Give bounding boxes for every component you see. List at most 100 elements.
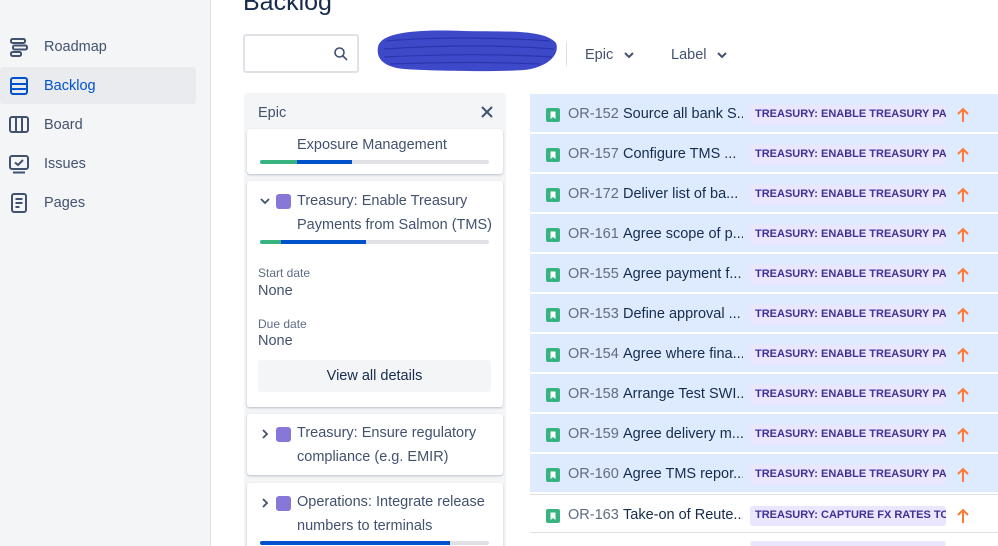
- label-filter-dropdown[interactable]: Label: [671, 44, 728, 66]
- project-sidebar: Roadmap Backlog Board Issues Pages: [0, 0, 211, 546]
- progress-in-progress: [281, 240, 366, 244]
- issue-key[interactable]: OR-160: [568, 466, 619, 482]
- issue-key[interactable]: OR-159: [568, 426, 619, 442]
- epic-card-integrate-release-numbers[interactable]: Operations: Integrate release numbers to…: [247, 483, 503, 546]
- story-icon: [546, 148, 560, 162]
- roadmap-icon: [10, 37, 28, 57]
- sidebar-item-pages[interactable]: Pages: [0, 184, 196, 221]
- epic-lozenge[interactable]: TREASURY: ENABLE TREASURY PA...: [750, 305, 946, 325]
- issue-key[interactable]: OR-153: [568, 306, 619, 322]
- issue-key[interactable]: OR-172: [568, 186, 619, 202]
- issue-summary: Deliver list of ba...: [623, 186, 739, 202]
- issue-row[interactable]: OR-153 Define approval ... TREASURY: ENABL…: [530, 294, 998, 333]
- issue-summary: Source all bank S...: [623, 106, 743, 122]
- close-icon[interactable]: [480, 105, 494, 119]
- sidebar-item-backlog[interactable]: Backlog: [0, 67, 196, 104]
- epic-lozenge[interactable]: TREASURY: ENABLE TREASURY PA...: [750, 425, 946, 445]
- backlog-icon: [10, 76, 28, 95]
- search-input[interactable]: [243, 34, 359, 73]
- issue-key[interactable]: OR-161: [568, 226, 619, 242]
- issue-key[interactable]: OR-158: [568, 386, 619, 402]
- priority-high-icon: [957, 107, 969, 122]
- epic-progress-bar: [260, 541, 489, 545]
- epic-panel-title: Epic: [258, 105, 287, 121]
- story-icon: [546, 268, 560, 282]
- story-icon: [546, 348, 560, 362]
- progress-done: [260, 160, 297, 164]
- issue-row[interactable]: OR-163 Take-on of Reute... TREASURY: CAPTU…: [530, 494, 998, 533]
- chevron-down-icon: [717, 52, 728, 59]
- label-filter-label: Label: [671, 47, 707, 63]
- epic-card-exposure-management[interactable]: Exposure Management: [247, 129, 503, 174]
- chevron-right-icon[interactable]: [260, 498, 270, 508]
- epic-lozenge[interactable]: TREASURY: ENABLE TREASURY PA...: [750, 345, 946, 365]
- view-all-details-button[interactable]: View all details: [258, 360, 491, 392]
- sidebar-item-board[interactable]: Board: [0, 106, 196, 143]
- issue-summary: Agree payment f...: [623, 266, 742, 282]
- story-icon: [546, 108, 560, 122]
- issue-row[interactable]: OR-152 Source all bank S... TREASURY: ENAB…: [530, 94, 998, 133]
- issue-summary: Define approval ...: [623, 306, 741, 322]
- priority-high-icon: [957, 387, 969, 402]
- priority-high-icon: [957, 227, 969, 242]
- issue-row[interactable]: OR-155 Agree payment f... TREASURY: ENABLE…: [530, 254, 998, 293]
- epic-color-swatch: [276, 427, 291, 442]
- issues-icon: [9, 154, 29, 173]
- epic-panel: Epic Exposure Management Treasury: Enabl…: [244, 93, 506, 546]
- priority-high-icon: [957, 427, 969, 442]
- epic-name: Exposure Management: [297, 137, 447, 153]
- epic-lozenge[interactable]: TREASURY: CAPTURE FX RATES TO...: [750, 506, 946, 526]
- story-icon: [546, 188, 560, 202]
- priority-high-icon: [957, 187, 969, 202]
- issue-row[interactable]: OR-160 Agree TMS repor... TREASURY: ENABLE…: [530, 454, 998, 493]
- epic-color-swatch: [276, 194, 291, 209]
- epic-lozenge[interactable]: TREASURY: ENABLE TREASURY PA...: [750, 185, 946, 205]
- issue-key[interactable]: OR-163: [568, 507, 619, 523]
- epic-color-swatch: [276, 496, 291, 511]
- issue-row[interactable]: OR-154 Agree where fina... TREASURY: ENABL…: [530, 334, 998, 373]
- due-date-value: None: [258, 333, 293, 349]
- issue-key[interactable]: OR-154: [568, 346, 619, 362]
- priority-high-icon: [957, 508, 969, 523]
- sidebar-item-label: Issues: [44, 155, 86, 172]
- chevron-right-icon[interactable]: [260, 429, 270, 439]
- board-icon: [9, 115, 29, 133]
- issue-summary: Agree where fina...: [623, 346, 743, 362]
- start-date-label: Start date: [258, 266, 311, 280]
- epic-lozenge[interactable]: TREASURY: ENABLE TREASURY PA...: [750, 225, 946, 245]
- chevron-down-icon[interactable]: [260, 196, 270, 206]
- backlog-issue-list: OR-152 Source all bank S... TREASURY: ENAB…: [530, 94, 998, 546]
- filter-divider: [566, 42, 567, 66]
- start-date-value: None: [258, 283, 293, 299]
- epic-lozenge[interactable]: TREASURY: ENABLE TREASURY PA...: [750, 145, 946, 165]
- epic-lozenge[interactable]: TREASURY: ENABLE TREASURY PA...: [750, 385, 946, 405]
- epic-progress-bar: [260, 240, 489, 244]
- epic-lozenge[interactable]: TREASURY: ENABLE TREASURY PA...: [750, 265, 946, 285]
- story-icon: [546, 308, 560, 322]
- epic-card-regulatory-compliance[interactable]: Treasury: Ensure regulatory compliance (…: [247, 414, 503, 475]
- sidebar-item-issues[interactable]: Issues: [0, 145, 196, 182]
- priority-high-icon: [957, 467, 969, 482]
- epic-name: Treasury: Enable Treasury Payments from …: [297, 193, 492, 233]
- epic-name: Treasury: Ensure regulatory compliance (…: [297, 425, 477, 465]
- story-icon: [546, 228, 560, 242]
- epic-lozenge[interactable]: TREASURY: ENABLE TREASURY PA...: [750, 465, 946, 485]
- issue-key[interactable]: OR-157: [568, 146, 619, 162]
- issue-row[interactable]: OR-159 Agree delivery m... TREASURY: ENABL…: [530, 414, 998, 453]
- epic-lozenge[interactable]: TREASURY: ENABLE TREASURY PA...: [750, 105, 946, 125]
- issue-row[interactable]: OR-158 Arrange Test SWI... TREASURY: ENABL…: [530, 374, 998, 413]
- epic-panel-header: Epic: [244, 93, 506, 133]
- issue-row[interactable]: OR-157 Configure TMS ... TREASURY: ENABLE …: [530, 134, 998, 173]
- chevron-down-icon: [624, 52, 634, 59]
- issue-row[interactable]: OR-172 Deliver list of ba... TREASURY: ENA…: [530, 174, 998, 213]
- redaction-scribble: [377, 30, 557, 72]
- epic-filter-dropdown[interactable]: Epic: [585, 44, 635, 66]
- progress-done: [260, 240, 281, 244]
- issue-key[interactable]: OR-155: [568, 266, 619, 282]
- epic-name: Operations: Integrate release numbers to…: [297, 494, 485, 534]
- sidebar-item-label: Board: [44, 116, 83, 133]
- epic-card-enable-treasury-payments[interactable]: Treasury: Enable Treasury Payments from …: [247, 181, 503, 407]
- issue-key[interactable]: OR-152: [568, 106, 619, 122]
- sidebar-item-roadmap[interactable]: Roadmap: [0, 28, 196, 65]
- issue-row[interactable]: OR-161 Agree scope of p... TREASURY: ENABL…: [530, 214, 998, 253]
